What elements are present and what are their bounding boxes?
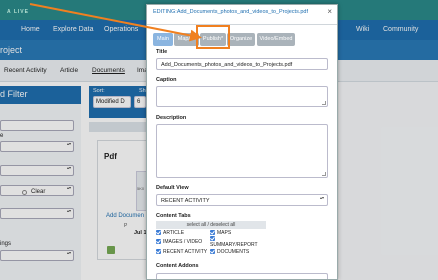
checkbox-checked-icon[interactable] bbox=[156, 230, 161, 235]
checkbox-checked-icon[interactable] bbox=[156, 249, 161, 254]
checkbox-checked-icon[interactable] bbox=[210, 236, 215, 241]
checkbox-checked-icon[interactable] bbox=[156, 239, 161, 244]
checkbox-recent-activity[interactable]: RECENT ACTIVITY bbox=[156, 249, 207, 255]
title-label: Title bbox=[156, 49, 168, 55]
tab-organize[interactable]: Organize bbox=[227, 33, 255, 46]
tab-video-embed[interactable]: Video/Embed bbox=[257, 33, 295, 46]
edit-dialog: EDITING:Add_Documents_photos_and_videos_… bbox=[146, 4, 338, 280]
content-addons-label: Content Addons bbox=[156, 263, 199, 269]
caption-label: Caption bbox=[156, 77, 177, 83]
resize-grip-icon[interactable] bbox=[322, 172, 326, 176]
checkbox-checked-icon[interactable] bbox=[210, 230, 215, 235]
title-input[interactable]: Add_Documents_photos_and_videos_to_Proje… bbox=[156, 58, 328, 70]
default-view-label: Default View bbox=[156, 185, 189, 191]
checkbox-label: ARTICLE bbox=[163, 230, 185, 236]
annotation-highlight-box bbox=[196, 25, 230, 49]
tab-main[interactable]: Main bbox=[153, 33, 173, 46]
resize-grip-icon[interactable] bbox=[322, 101, 326, 105]
content-addons-field[interactable] bbox=[156, 273, 328, 279]
checkbox-label: DOCUMENTS bbox=[217, 249, 250, 255]
close-icon[interactable]: × bbox=[327, 7, 332, 16]
content-tabs-label: Content Tabs bbox=[156, 213, 191, 219]
checkbox-label: RECENT ACTIVITY bbox=[163, 249, 208, 255]
checkbox-images-video[interactable]: IMAGES / VIDEO bbox=[156, 239, 202, 245]
checkbox-label: SUMMARY/REPORT bbox=[210, 242, 258, 248]
divider bbox=[147, 24, 337, 25]
description-textarea[interactable] bbox=[156, 124, 328, 178]
checkbox-documents[interactable]: DOCUMENTS bbox=[210, 249, 249, 255]
checkbox-article[interactable]: ARTICLE bbox=[156, 230, 184, 236]
caption-textarea[interactable] bbox=[156, 86, 328, 107]
select-all-toggle[interactable]: select all / deselect all bbox=[156, 221, 266, 229]
checkbox-label: IMAGES / VIDEO bbox=[163, 239, 203, 245]
default-view-select[interactable]: RECENT ACTIVITY bbox=[156, 194, 328, 206]
checkbox-summary-report[interactable]: SUMMARY/REPORT bbox=[210, 236, 258, 248]
dialog-title: EDITING:Add_Documents_photos_and_videos_… bbox=[153, 9, 309, 15]
checkbox-checked-icon[interactable] bbox=[210, 249, 215, 254]
description-label: Description bbox=[156, 115, 187, 121]
